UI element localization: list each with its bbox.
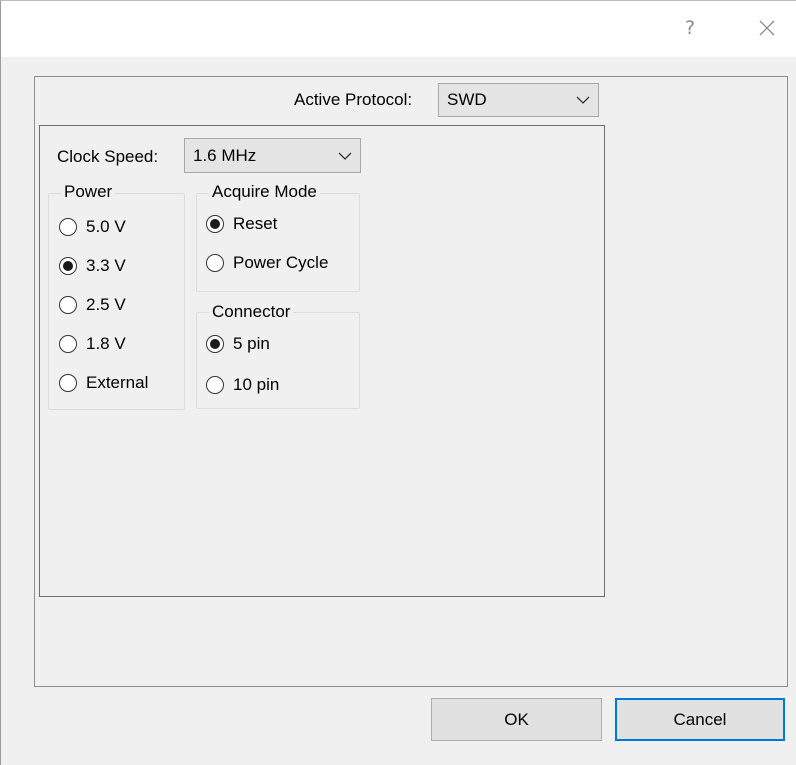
power-option-1v8[interactable]: 1.8 V (59, 332, 126, 356)
ok-button-label: OK (504, 709, 529, 729)
acquire-mode-group-title: Acquire Mode (209, 182, 320, 202)
power-option-label: 1.8 V (86, 334, 126, 353)
close-icon (759, 20, 775, 36)
chevron-down-icon (338, 152, 352, 160)
connector-option-label: 5 pin (233, 334, 270, 353)
cancel-button-label: Cancel (673, 709, 727, 729)
active-protocol-value: SWD (447, 90, 487, 109)
acquire-mode-group (196, 193, 360, 292)
connector-option-5pin[interactable]: 5 pin (206, 332, 270, 356)
clock-speed-label: Clock Speed: (57, 147, 159, 166)
active-protocol-select[interactable]: SWD (438, 83, 599, 117)
power-option-label: 3.3 V (86, 256, 126, 275)
ok-button[interactable]: OK (431, 698, 602, 741)
radio-circle (59, 218, 77, 236)
power-option-label: 2.5 V (86, 295, 126, 314)
power-option-label: 5.0 V (86, 217, 126, 236)
acquire-option-power-cycle[interactable]: Power Cycle (206, 251, 328, 275)
radio-circle (59, 296, 77, 314)
radio-circle (206, 376, 224, 394)
acquire-option-label: Reset (233, 214, 278, 233)
help-label: ? (684, 17, 696, 39)
chevron-down-icon (576, 96, 590, 104)
connector-option-10pin[interactable]: 10 pin (206, 373, 279, 397)
clock-speed-select[interactable]: 1.6 MHz (184, 138, 361, 173)
connector-group-title: Connector (209, 302, 294, 322)
radio-circle (59, 374, 77, 392)
radio-circle (206, 254, 224, 272)
active-protocol-label: Active Protocol: (294, 90, 413, 109)
power-group-title: Power (61, 182, 116, 202)
acquire-option-reset[interactable]: Reset (206, 212, 277, 236)
radio-circle (59, 335, 77, 353)
title-bar: ? (1, 1, 796, 57)
help-button[interactable]: ? (675, 13, 705, 43)
power-option-5v[interactable]: 5.0 V (59, 215, 126, 239)
radio-circle (206, 215, 224, 233)
dialog-window: ? Active Protocol: SWD Clock Speed: 1.6 … (0, 0, 796, 765)
radio-circle (206, 335, 224, 353)
power-option-external[interactable]: External (59, 371, 148, 395)
power-option-label: External (86, 373, 149, 392)
radio-circle (59, 257, 77, 275)
power-option-2v5[interactable]: 2.5 V (59, 293, 126, 317)
acquire-option-label: Power Cycle (233, 253, 329, 272)
cancel-button[interactable]: Cancel (615, 698, 785, 741)
clock-speed-value: 1.6 MHz (193, 145, 257, 165)
power-option-3v3[interactable]: 3.3 V (59, 254, 126, 278)
connector-option-label: 10 pin (233, 375, 280, 394)
close-button[interactable] (752, 13, 782, 43)
